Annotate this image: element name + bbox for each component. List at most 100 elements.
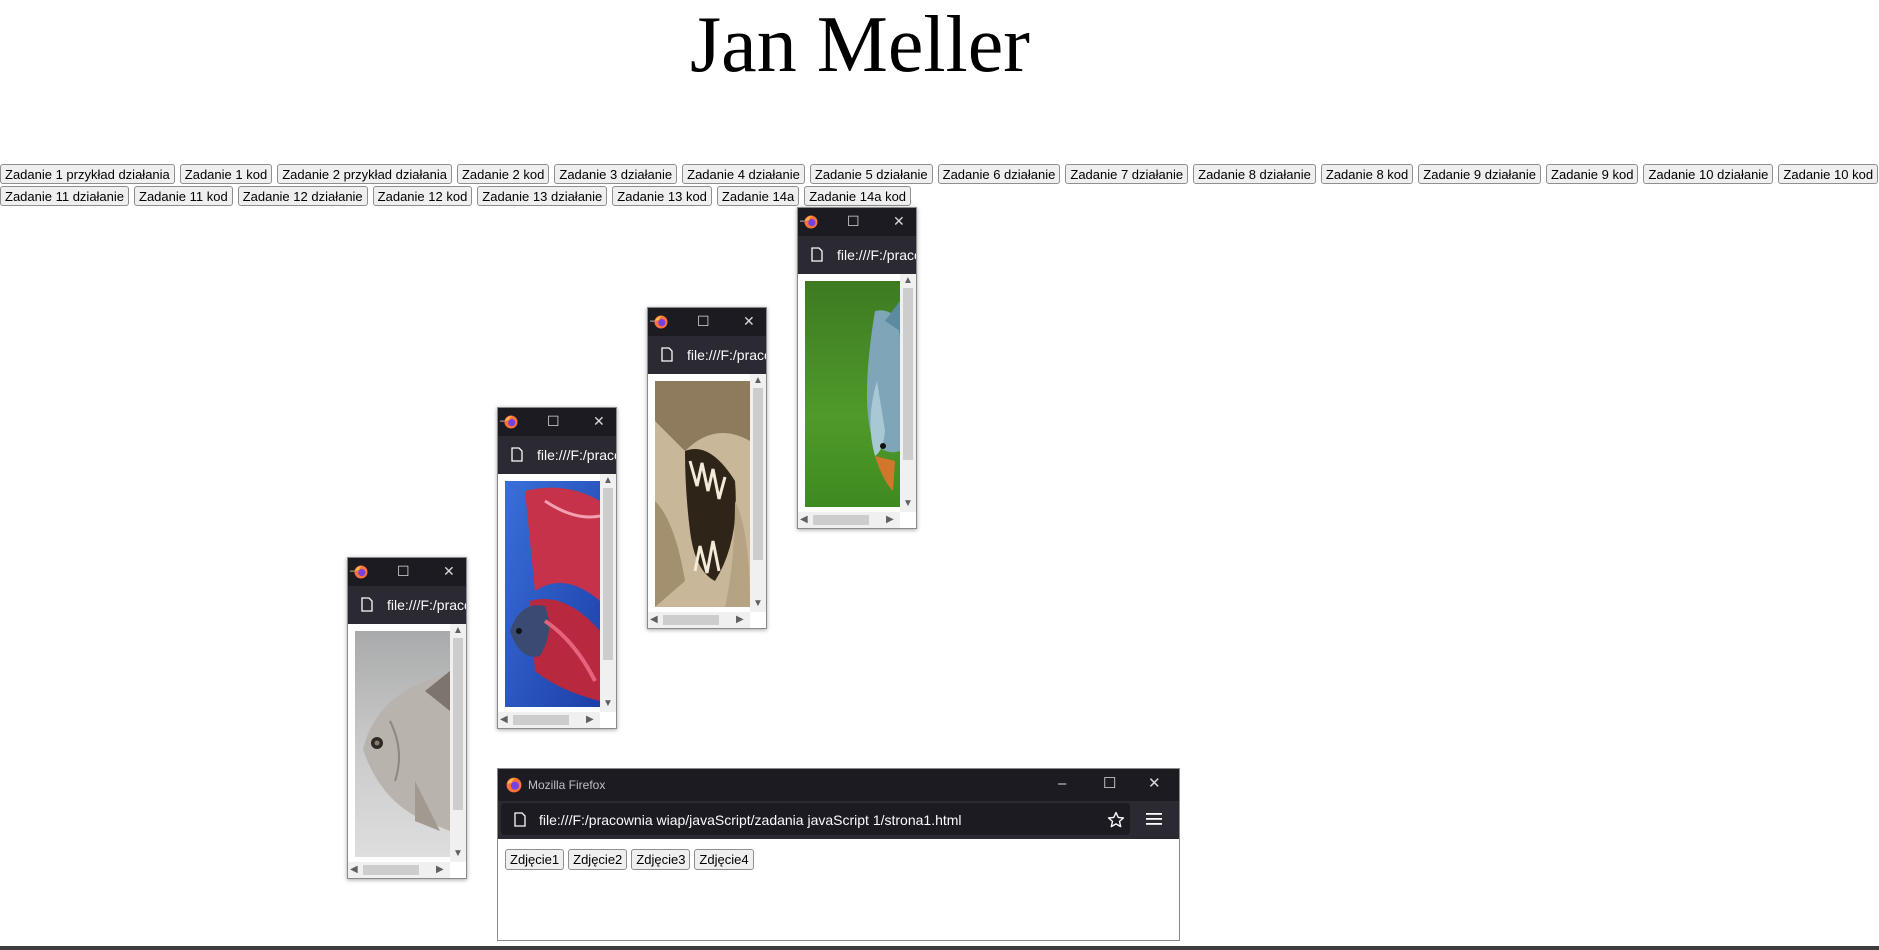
popup-window-3[interactable]: – ☐ ✕ file:///F:/pracownia wiap/javaScri…: [647, 307, 767, 629]
vertical-scroll-thumb[interactable]: [453, 638, 463, 810]
scroll-right-icon[interactable]: ▶: [586, 714, 594, 726]
popup-address-bar[interactable]: file:///F:/pracownia wiap/javaScript/zad…: [348, 586, 466, 624]
page-icon: [514, 812, 526, 827]
horizontal-scroll-thumb[interactable]: [363, 865, 419, 875]
zdjecie-2-button[interactable]: Zdjęcie2: [568, 849, 628, 870]
scroll-down-icon[interactable]: ▼: [903, 498, 913, 510]
browser-content: Zdjęcie1 Zdjęcie2 Zdjęcie3 Zdjęcie4: [498, 839, 1179, 940]
zadanie-13-demo-button[interactable]: Zadanie 13 działanie: [477, 186, 608, 206]
vertical-scrollbar[interactable]: ▲ ▼: [900, 274, 916, 512]
horizontal-scroll-thumb[interactable]: [513, 715, 569, 725]
zadanie-7-demo-button[interactable]: Zadanie 7 działanie: [1065, 164, 1189, 184]
browser-titlebar[interactable]: Mozilla Firefox – ☐ ✕: [498, 769, 1179, 801]
close-icon[interactable]: ✕: [743, 313, 755, 329]
popup-window-1[interactable]: – ☐ ✕ file:///F:/pracownia wiap/javaScri…: [347, 557, 467, 879]
vertical-scrollbar[interactable]: ▲ ▼: [600, 474, 616, 712]
hamburger-menu-icon[interactable]: [1146, 812, 1162, 826]
popup-window-4[interactable]: – ☐ ✕ file:///F:/pracownia wiap/javaScri…: [797, 207, 917, 529]
vertical-scrollbar[interactable]: ▲ ▼: [750, 374, 766, 612]
scroll-up-icon[interactable]: ▲: [753, 375, 763, 387]
zadanie-3-demo-button[interactable]: Zadanie 3 działanie: [554, 164, 678, 184]
vertical-scroll-thumb[interactable]: [903, 288, 913, 460]
fish-teeth-image: [655, 381, 750, 607]
popup-titlebar[interactable]: – ☐ ✕: [648, 308, 766, 336]
star-icon[interactable]: [1107, 811, 1125, 829]
task-buttons-row-1: Zadanie 1 przykład działania Zadanie 1 k…: [0, 164, 1879, 184]
popup-content: ▲ ▼ ◀ ▶: [648, 374, 766, 628]
zdjecie-1-button[interactable]: Zdjęcie1: [505, 849, 565, 870]
scroll-down-icon[interactable]: ▼: [603, 698, 613, 710]
minimize-icon[interactable]: –: [1058, 775, 1066, 793]
zadanie-5-demo-button[interactable]: Zadanie 5 działanie: [809, 164, 933, 184]
popup-window-2[interactable]: – ☐ ✕ file:///F:/pracownia wiap/javaScri…: [497, 407, 617, 729]
close-icon[interactable]: ✕: [1148, 775, 1161, 793]
maximize-icon[interactable]: ☐: [1103, 775, 1116, 793]
zdjecie-3-button[interactable]: Zdjęcie3: [631, 849, 691, 870]
browser-toolbar: file:///F:/pracownia wiap/javaScript/zad…: [498, 801, 1179, 839]
zadanie-14a-code-button[interactable]: Zadanie 14a kod: [804, 186, 912, 206]
horizontal-scroll-thumb[interactable]: [813, 515, 869, 525]
zadanie-14a-button[interactable]: Zadanie 14a: [716, 186, 800, 206]
scroll-down-icon[interactable]: ▼: [753, 598, 763, 610]
popup-url: file:///F:/pracownia wiap/javaScript/zad…: [687, 347, 766, 363]
main-browser-window[interactable]: Mozilla Firefox – ☐ ✕ file:///F:/pracown…: [497, 768, 1180, 941]
zadanie-13-code-button[interactable]: Zadanie 13 kod: [612, 186, 712, 206]
address-bar[interactable]: file:///F:/pracownia wiap/javaScript/zad…: [501, 803, 1130, 835]
scroll-left-icon[interactable]: ◀: [800, 514, 808, 526]
close-icon[interactable]: ✕: [443, 563, 455, 579]
zdjecie-4-button[interactable]: Zdjęcie4: [694, 849, 754, 870]
horizontal-scrollbar[interactable]: ◀ ▶: [648, 612, 750, 628]
close-icon[interactable]: ✕: [893, 213, 905, 229]
horizontal-scroll-thumb[interactable]: [663, 615, 719, 625]
scroll-down-icon[interactable]: ▼: [453, 848, 463, 860]
maximize-icon[interactable]: ☐: [697, 313, 710, 329]
silver-fish-image: [355, 631, 450, 857]
zadanie-9-code-button[interactable]: Zadanie 9 kod: [1546, 164, 1639, 184]
popup-address-bar[interactable]: file:///F:/pracownia wiap/javaScript/zad…: [498, 436, 616, 474]
maximize-icon[interactable]: ☐: [397, 563, 410, 579]
popup-content: ▲ ▼ ◀ ▶: [498, 474, 616, 728]
zadanie-12-demo-button[interactable]: Zadanie 12 działanie: [237, 186, 368, 206]
scroll-left-icon[interactable]: ◀: [350, 864, 358, 876]
scroll-left-icon[interactable]: ◀: [650, 614, 658, 626]
popup-address-bar[interactable]: file:///F:/pracownia wiap/javaScript/zad…: [798, 236, 916, 274]
popup-address-bar[interactable]: file:///F:/pracownia wiap/javaScript/zad…: [648, 336, 766, 374]
maximize-icon[interactable]: ☐: [847, 213, 860, 229]
horizontal-scrollbar[interactable]: ◀ ▶: [798, 512, 900, 528]
close-icon[interactable]: ✕: [593, 413, 605, 429]
scroll-up-icon[interactable]: ▲: [453, 625, 463, 637]
scroll-right-icon[interactable]: ▶: [736, 614, 744, 626]
task-buttons-row-2: Zadanie 11 działanie Zadanie 11 kod Zada…: [0, 186, 912, 206]
vertical-scroll-thumb[interactable]: [753, 388, 763, 560]
zadanie-2-example-button[interactable]: Zadanie 2 przykład działania: [277, 164, 452, 184]
zadanie-4-demo-button[interactable]: Zadanie 4 działanie: [682, 164, 805, 184]
horizontal-scrollbar[interactable]: ◀ ▶: [348, 862, 450, 878]
scroll-up-icon[interactable]: ▲: [903, 275, 913, 287]
window-title: Mozilla Firefox: [528, 778, 606, 792]
vertical-scroll-thumb[interactable]: [603, 488, 613, 660]
zadanie-12-code-button[interactable]: Zadanie 12 kod: [372, 186, 473, 206]
popup-titlebar[interactable]: – ☐ ✕: [498, 408, 616, 436]
scroll-right-icon[interactable]: ▶: [886, 514, 894, 526]
scroll-up-icon[interactable]: ▲: [603, 475, 613, 487]
zadanie-9-demo-button[interactable]: Zadanie 9 działanie: [1418, 164, 1542, 184]
scroll-left-icon[interactable]: ◀: [500, 714, 508, 726]
zadanie-10-code-button[interactable]: Zadanie 10 kod: [1778, 164, 1879, 184]
zadanie-1-code-button[interactable]: Zadanie 1 kod: [179, 164, 273, 184]
horizontal-scrollbar[interactable]: ◀ ▶: [498, 712, 600, 728]
zadanie-8-code-button[interactable]: Zadanie 8 kod: [1320, 164, 1414, 184]
popup-titlebar[interactable]: – ☐ ✕: [348, 558, 466, 586]
zadanie-8-demo-button[interactable]: Zadanie 8 działanie: [1193, 164, 1316, 184]
vertical-scrollbar[interactable]: ▲ ▼: [450, 624, 466, 862]
zadanie-1-example-button[interactable]: Zadanie 1 przykład działania: [0, 164, 175, 184]
popup-url: file:///F:/pracownia wiap/javaScript/zad…: [537, 447, 616, 463]
maximize-icon[interactable]: ☐: [547, 413, 560, 429]
zadanie-10-demo-button[interactable]: Zadanie 10 działanie: [1643, 164, 1774, 184]
zadanie-11-code-button[interactable]: Zadanie 11 kod: [134, 186, 233, 206]
firefox-icon: [804, 215, 818, 229]
zadanie-6-demo-button[interactable]: Zadanie 6 działanie: [937, 164, 1061, 184]
scroll-right-icon[interactable]: ▶: [436, 864, 444, 876]
popup-titlebar[interactable]: – ☐ ✕: [798, 208, 916, 236]
zadanie-11-demo-button[interactable]: Zadanie 11 działanie: [0, 186, 130, 206]
zadanie-2-code-button[interactable]: Zadanie 2 kod: [456, 164, 550, 184]
